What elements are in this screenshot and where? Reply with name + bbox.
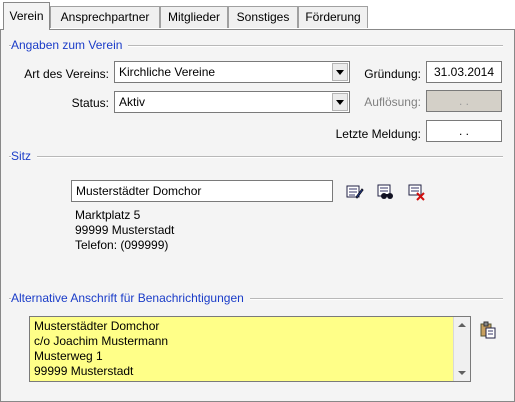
gruendung-field[interactable]: 31.03.2014 [426,61,502,83]
scroll-up-icon[interactable] [458,323,466,327]
sitz-name-field[interactable]: Musterstädter Domchor [71,180,333,202]
address-line: Marktplatz 5 [75,208,141,222]
tab-verein[interactable]: Verein [3,2,50,30]
address-line: 99999 Musterstadt [75,223,175,237]
sitz-address: Marktplatz 5 99999 Musterstadt Telefon: … [75,208,174,253]
tab-ansprechpartner[interactable]: Ansprechpartner [50,6,160,28]
status-label: Status: [71,96,109,110]
meldung-field[interactable]: . . [426,120,502,142]
section-title-alternativ: Alternative Anschrift für Benachrichtigu… [11,291,250,305]
memo-scrollbar[interactable] [453,317,470,381]
delete-address-icon[interactable] [408,183,426,201]
edit-address-icon[interactable] [346,183,364,201]
status-value: Aktiv [119,95,146,109]
tab-sonstiges[interactable]: Sonstiges [228,6,298,28]
tab-mitglieder[interactable]: Mitglieder [160,6,228,28]
aufloesung-label: Auflösung: [364,95,421,109]
section-divider [9,156,503,158]
section-title-sitz: Sitz [11,149,38,163]
tab-bar: Verein Ansprechpartner Mitglieder Sonsti… [0,0,515,30]
tab-foerderung[interactable]: Förderung [298,6,368,28]
section-title-verein: Angaben zum Verein [11,38,129,52]
address-line: Telefon: (099999) [75,238,169,252]
art-value: Kirchliche Vereine [119,65,216,79]
aufloesung-field: . . [426,90,502,112]
memo-line: Musterweg 1 [34,349,103,363]
status-select[interactable]: Aktiv [114,91,350,113]
art-label: Art des Vereins: [24,67,109,81]
paste-address-icon[interactable] [479,321,497,339]
scroll-down-icon[interactable] [458,371,466,375]
search-address-icon[interactable] [377,183,395,201]
meldung-label: Letzte Meldung: [335,127,421,141]
alternativ-address-textarea[interactable]: Musterstädter Domchor c/o Joachim Muster… [29,316,471,382]
gruendung-label: Gründung: [364,67,421,81]
memo-line: Musterstädter Domchor [34,319,160,333]
tab-panel-verein: Angaben zum Verein Art des Vereins: Kirc… [0,29,515,402]
art-select[interactable]: Kirchliche Vereine [114,61,350,83]
memo-line: c/o Joachim Mustermann [34,334,169,348]
memo-line: 99999 Musterstadt [34,364,134,378]
